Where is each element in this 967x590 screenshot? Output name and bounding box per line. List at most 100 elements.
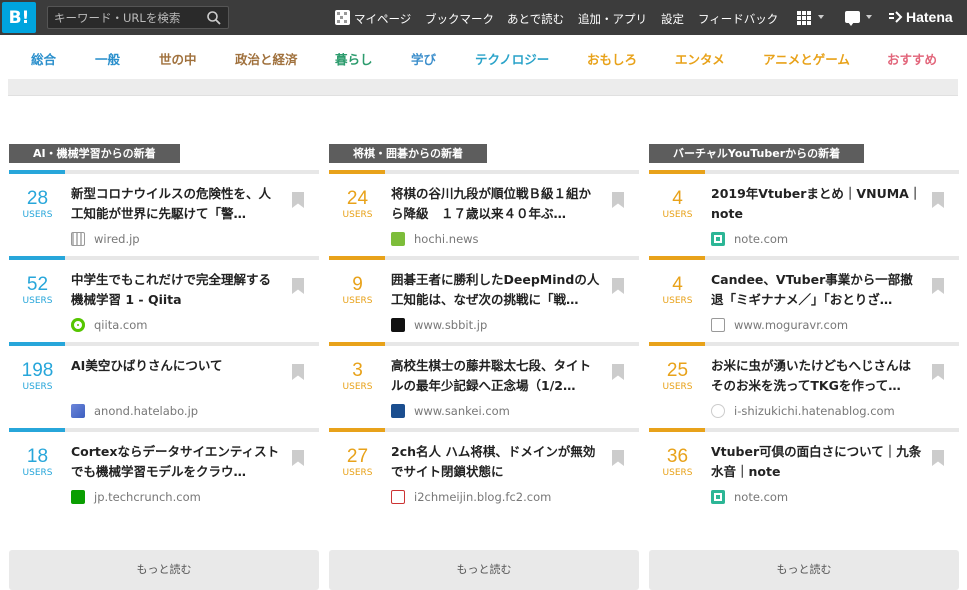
tab-general[interactable]: 一般 — [95, 49, 120, 68]
bookmark-icon[interactable] — [292, 364, 304, 380]
bookmark-icon[interactable] — [932, 278, 944, 294]
entry-title[interactable]: 2019年Vtuberまとめ｜VNUMA｜note — [711, 184, 923, 224]
bookmark-count[interactable]: 52 — [9, 274, 66, 296]
hochi-favicon — [391, 232, 405, 246]
users-label[interactable]: USERS — [9, 382, 66, 392]
bookmark-count[interactable]: 24 — [329, 188, 386, 210]
bookmark-icon[interactable] — [292, 192, 304, 208]
bookmark-count[interactable]: 9 — [329, 274, 386, 296]
bookmark-icon[interactable] — [612, 450, 624, 466]
chevron-down-icon[interactable] — [818, 15, 824, 19]
entry-list: 28 USERS 新型コロナウイルスの危険性を、人工知能が世界に先駆けて「警… wir… — [9, 170, 319, 590]
bookmark-count[interactable]: 4 — [649, 188, 706, 210]
tab-life[interactable]: 暮らし — [335, 49, 373, 68]
nav-mypage[interactable]: マイページ — [354, 11, 411, 27]
users-label[interactable]: USERS — [649, 210, 706, 220]
entry-domain[interactable]: i-shizukichi.hatenablog.com — [734, 404, 895, 418]
read-more-button[interactable]: もっと読む — [9, 550, 319, 590]
tab-technology[interactable]: テクノロジー — [475, 49, 549, 68]
note-favicon — [711, 490, 725, 504]
bookmark-icon[interactable] — [612, 278, 624, 294]
search-input[interactable] — [54, 9, 202, 26]
entry-domain[interactable]: www.sbbit.jp — [414, 318, 487, 332]
bookmark-count[interactable]: 18 — [9, 446, 66, 468]
entry-domain[interactable]: note.com — [734, 490, 788, 504]
entry-domain[interactable]: qiita.com — [94, 318, 147, 332]
users-label[interactable]: USERS — [329, 382, 386, 392]
tab-entertainment[interactable]: エンタメ — [675, 49, 725, 68]
entry-title[interactable]: お米に虫が湧いたけどもへじさんはそのお米を洗ってTKGを作って… — [711, 356, 923, 396]
users-label[interactable]: USERS — [329, 210, 386, 220]
tab-fun[interactable]: おもしろ — [587, 49, 637, 68]
bookmark-count[interactable]: 4 — [649, 274, 706, 296]
entry-title[interactable]: Candee、VTuber事業から一部撤退「ミギナナメ／」「おとりざ… — [711, 270, 923, 310]
tab-all[interactable]: 総合 — [31, 49, 56, 68]
bookmark-icon[interactable] — [932, 192, 944, 208]
entry-title[interactable]: 高校生棋士の藤井聡太七段、タイトルの最年少記録へ正念場（1/2… — [391, 356, 603, 396]
notification-icon[interactable] — [845, 11, 860, 26]
bookmark-icon[interactable] — [292, 278, 304, 294]
bookmark-icon[interactable] — [292, 450, 304, 466]
users-label[interactable]: USERS — [649, 382, 706, 392]
bookmark-count[interactable]: 25 — [649, 360, 706, 382]
chevron-down-icon[interactable] — [866, 15, 872, 19]
entry-domain[interactable]: www.moguravr.com — [734, 318, 848, 332]
bookmark-icon[interactable] — [932, 364, 944, 380]
entry-domain[interactable]: www.sankei.com — [414, 404, 510, 418]
bookmark-icon[interactable] — [612, 364, 624, 380]
column-heading[interactable]: バーチャルYouTuberからの新着 — [649, 144, 865, 163]
nav-feedback[interactable]: フィードバック — [698, 11, 778, 27]
entry-title[interactable]: Vtuber可倶の面白さについて｜九条水音｜note — [711, 442, 923, 482]
mypage-icon[interactable] — [335, 10, 350, 25]
entry-title[interactable]: 中学生でもこれだけで完全理解する機械学習 1 - Qiita — [71, 270, 283, 310]
bookmark-count[interactable]: 27 — [329, 446, 386, 468]
tab-knowledge[interactable]: 学び — [411, 49, 436, 68]
read-more-button[interactable]: もっと読む — [649, 550, 959, 590]
entry-domain[interactable]: wired.jp — [94, 232, 140, 246]
column-heading[interactable]: 将棋・囲碁からの新着 — [329, 144, 487, 163]
search-icon[interactable] — [206, 10, 222, 26]
hatena-bookmark-logo[interactable]: B! — [2, 2, 36, 33]
bookmark-icon[interactable] — [612, 192, 624, 208]
search-box[interactable] — [47, 6, 229, 29]
entry-domain[interactable]: note.com — [734, 232, 788, 246]
users-label[interactable]: USERS — [649, 296, 706, 306]
apps-grid-icon[interactable] — [797, 11, 811, 25]
entry-title[interactable]: 囲碁王者に勝利したDeepMindの人工知能は、なぜ次の挑戦に「戦… — [391, 270, 603, 310]
entry-domain[interactable]: hochi.news — [414, 232, 479, 246]
tab-game[interactable]: アニメとゲーム — [763, 49, 850, 68]
entry-title[interactable]: AI美空ひばりさんについて — [71, 356, 283, 396]
read-more-button[interactable]: もっと読む — [329, 550, 639, 590]
nav-read-later[interactable]: あとで読む — [507, 11, 564, 27]
bookmark-count[interactable]: 36 — [649, 446, 706, 468]
tab-economics[interactable]: 政治と経済 — [235, 49, 298, 68]
bookmark-count[interactable]: 3 — [329, 360, 386, 382]
wired-favicon — [71, 232, 85, 246]
nav-bookmark[interactable]: ブックマーク — [425, 11, 494, 27]
hatena-logo[interactable]: Hatena — [889, 9, 953, 25]
list-item: 52 USERS 中学生でもこれだけで完全理解する機械学習 1 - Qiita qii… — [9, 256, 319, 342]
entry-title[interactable]: 将棋の谷川九段が順位戦Ｂ級１組から降級 １７歳以来４０年ぶ… — [391, 184, 603, 224]
note-favicon — [711, 232, 725, 246]
users-label[interactable]: USERS — [9, 210, 66, 220]
tab-social[interactable]: 世の中 — [159, 49, 197, 68]
users-label[interactable]: USERS — [649, 468, 706, 478]
entry-title[interactable]: 新型コロナウイルスの危険性を、人工知能が世界に先駆けて「警… — [71, 184, 283, 224]
entry-divider — [9, 342, 319, 346]
entry-title[interactable]: 2ch名人 ハム将棋、ドメインが無効でサイト閉鎖状態に — [391, 442, 603, 482]
tab-recommended[interactable]: おすすめ — [887, 49, 937, 68]
entry-title[interactable]: Cortexならデータサイエンティストでも機械学習モデルをクラウ… — [71, 442, 283, 482]
users-label[interactable]: USERS — [9, 468, 66, 478]
users-label[interactable]: USERS — [329, 468, 386, 478]
entry-domain[interactable]: jp.techcrunch.com — [94, 490, 201, 504]
bookmark-count[interactable]: 28 — [9, 188, 66, 210]
bookmark-count[interactable]: 198 — [9, 360, 66, 382]
column-heading[interactable]: AI・機械学習からの新着 — [9, 144, 180, 163]
nav-add-app[interactable]: 追加・アプリ — [578, 11, 647, 27]
users-label[interactable]: USERS — [329, 296, 386, 306]
nav-settings[interactable]: 設定 — [661, 11, 684, 27]
bookmark-icon[interactable] — [932, 450, 944, 466]
users-label[interactable]: USERS — [9, 296, 66, 306]
entry-domain[interactable]: anond.hatelabo.jp — [94, 404, 198, 418]
entry-domain[interactable]: i2chmeijin.blog.fc2.com — [414, 490, 551, 504]
